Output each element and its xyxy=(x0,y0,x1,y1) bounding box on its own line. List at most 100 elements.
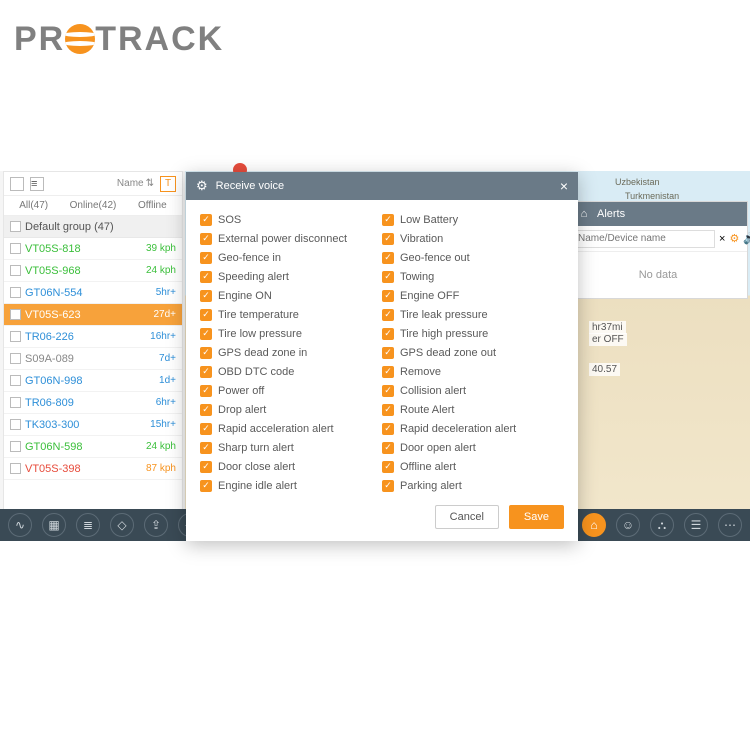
voice-option[interactable]: ✓Engine ON xyxy=(200,286,382,305)
voice-option[interactable]: ✓Engine OFF xyxy=(382,286,564,305)
voice-option[interactable]: ✓Tire high pressure xyxy=(382,324,564,343)
voice-option[interactable]: ✓Vibration xyxy=(382,229,564,248)
tool-grid-icon[interactable]: ▦ xyxy=(42,513,66,537)
voice-option[interactable]: ✓Tire leak pressure xyxy=(382,305,564,324)
voice-option[interactable]: ✓Door open alert xyxy=(382,438,564,457)
voice-option[interactable]: ✓Tire low pressure xyxy=(200,324,382,343)
device-row[interactable]: VT05S-62327d+ xyxy=(4,304,182,326)
voice-option[interactable]: ✓Towing xyxy=(382,267,564,286)
t-toggle[interactable]: T xyxy=(160,176,176,192)
voice-option[interactable]: ✓Door close alert xyxy=(200,457,382,476)
device-checkbox[interactable] xyxy=(10,287,21,298)
home-icon: ⌂ xyxy=(577,207,591,221)
voice-option[interactable]: ✓Power off xyxy=(200,381,382,400)
voice-option-label: Engine OFF xyxy=(400,290,459,302)
device-row[interactable]: VT05S-96824 kph xyxy=(4,260,182,282)
tool-shape-icon[interactable]: ◇ xyxy=(110,513,134,537)
tab-all[interactable]: All(47) xyxy=(4,196,63,215)
gear-icon: ⚙ xyxy=(196,178,208,194)
gear-icon[interactable]: ⚙ xyxy=(729,232,739,246)
voice-option[interactable]: ✓Rapid acceleration alert xyxy=(200,419,382,438)
device-checkbox[interactable] xyxy=(10,243,21,254)
device-row[interactable]: GT06N-5545hr+ xyxy=(4,282,182,304)
voice-option[interactable]: ✓Geo-fence in xyxy=(200,248,382,267)
sound-icon[interactable]: 🔊 xyxy=(743,232,750,246)
voice-option[interactable]: ✓GPS dead zone in xyxy=(200,343,382,362)
device-checkbox[interactable] xyxy=(10,331,21,342)
voice-option[interactable]: ✓Remove xyxy=(382,362,564,381)
voice-option[interactable]: ✓Rapid deceleration alert xyxy=(382,419,564,438)
clear-icon[interactable]: × xyxy=(719,232,725,246)
tool-share-icon[interactable]: ⇪ xyxy=(144,513,168,537)
check-icon: ✓ xyxy=(382,480,394,492)
voice-option-label: Parking alert xyxy=(400,480,462,492)
device-sidebar: ≡ Name ⇅ T All(47) Online(42) Offline De… xyxy=(3,171,183,526)
tool-users-icon[interactable]: ☺ xyxy=(616,513,640,537)
voice-option-label: GPS dead zone out xyxy=(400,347,496,359)
voice-option[interactable]: ✓Drop alert xyxy=(200,400,382,419)
device-value: 39 kph xyxy=(146,243,176,254)
tool-report-icon[interactable]: ☰ xyxy=(684,513,708,537)
tool-fence-icon[interactable]: ⛬ xyxy=(650,513,674,537)
device-row[interactable]: VT05S-81839 kph xyxy=(4,238,182,260)
device-row[interactable]: TR06-22616hr+ xyxy=(4,326,182,348)
voice-option[interactable]: ✓SOS xyxy=(200,210,382,229)
tab-online[interactable]: Online(42) xyxy=(63,196,122,215)
sort-button[interactable]: Name ⇅ xyxy=(117,178,154,189)
device-name: VT05S-968 xyxy=(25,265,142,277)
grid-icon[interactable] xyxy=(10,177,24,191)
voice-option[interactable]: ✓Route Alert xyxy=(382,400,564,419)
voice-option-label: Tire high pressure xyxy=(400,328,488,340)
tool-ruler-icon[interactable]: ∿ xyxy=(8,513,32,537)
device-row[interactable]: GT06N-59824 kph xyxy=(4,436,182,458)
group-checkbox[interactable] xyxy=(10,221,21,232)
device-checkbox[interactable] xyxy=(10,463,21,474)
voice-option-label: Collision alert xyxy=(400,385,466,397)
device-row[interactable]: TR06-8096hr+ xyxy=(4,392,182,414)
device-value: 6hr+ xyxy=(156,397,176,408)
device-checkbox[interactable] xyxy=(10,309,21,320)
device-row[interactable]: GT06N-9981d+ xyxy=(4,370,182,392)
tool-layers-icon[interactable]: ≣ xyxy=(76,513,100,537)
voice-option[interactable]: ✓External power disconnect xyxy=(200,229,382,248)
tool-more-icon[interactable]: ⋯ xyxy=(718,513,742,537)
check-icon: ✓ xyxy=(200,442,212,454)
device-checkbox[interactable] xyxy=(10,397,21,408)
check-icon: ✓ xyxy=(200,290,212,302)
device-group-row[interactable]: Default group (47) xyxy=(4,216,182,238)
voice-option[interactable]: ✓Engine idle alert xyxy=(200,476,382,495)
voice-option-label: OBD DTC code xyxy=(218,366,294,378)
list-icon[interactable]: ≡ xyxy=(30,177,44,191)
voice-option[interactable]: ✓Tire temperature xyxy=(200,305,382,324)
voice-option[interactable]: ✓GPS dead zone out xyxy=(382,343,564,362)
alerts-search-input[interactable] xyxy=(573,230,715,248)
voice-option[interactable]: ✓Geo-fence out xyxy=(382,248,564,267)
voice-option-label: Route Alert xyxy=(400,404,454,416)
voice-option[interactable]: ✓ Parking alert xyxy=(382,476,564,495)
save-button[interactable]: Save xyxy=(509,505,564,529)
voice-option[interactable]: ✓Sharp turn alert xyxy=(200,438,382,457)
device-value: 15hr+ xyxy=(150,419,176,430)
voice-option[interactable]: ✓Low Battery xyxy=(382,210,564,229)
voice-option-label: Geo-fence out xyxy=(400,252,470,264)
voice-option[interactable]: ✓OBD DTC code xyxy=(200,362,382,381)
voice-option[interactable]: ✓Speeding alert xyxy=(200,267,382,286)
voice-option[interactable]: ✓Collision alert xyxy=(382,381,564,400)
device-checkbox[interactable] xyxy=(10,265,21,276)
cancel-button[interactable]: Cancel xyxy=(435,505,499,529)
device-row[interactable]: TK303-30015hr+ xyxy=(4,414,182,436)
tool-home-icon[interactable]: ⌂ xyxy=(582,513,606,537)
voice-option-label: Speeding alert xyxy=(218,271,289,283)
device-row[interactable]: S09A-0897d+ xyxy=(4,348,182,370)
voice-option[interactable]: ✓Offline alert xyxy=(382,457,564,476)
close-icon[interactable]: × xyxy=(560,178,568,194)
alerts-panel: ⌂ Alerts × ⚙ 🔊 🗑 No data xyxy=(568,201,748,299)
device-checkbox[interactable] xyxy=(10,353,21,364)
device-checkbox[interactable] xyxy=(10,441,21,452)
device-checkbox[interactable] xyxy=(10,375,21,386)
device-checkbox[interactable] xyxy=(10,419,21,430)
map-label: Turkmenistan xyxy=(625,191,679,201)
check-icon: ✓ xyxy=(382,423,394,435)
device-row[interactable]: VT05S-39887 kph xyxy=(4,458,182,480)
tab-offline[interactable]: Offline xyxy=(123,196,182,215)
